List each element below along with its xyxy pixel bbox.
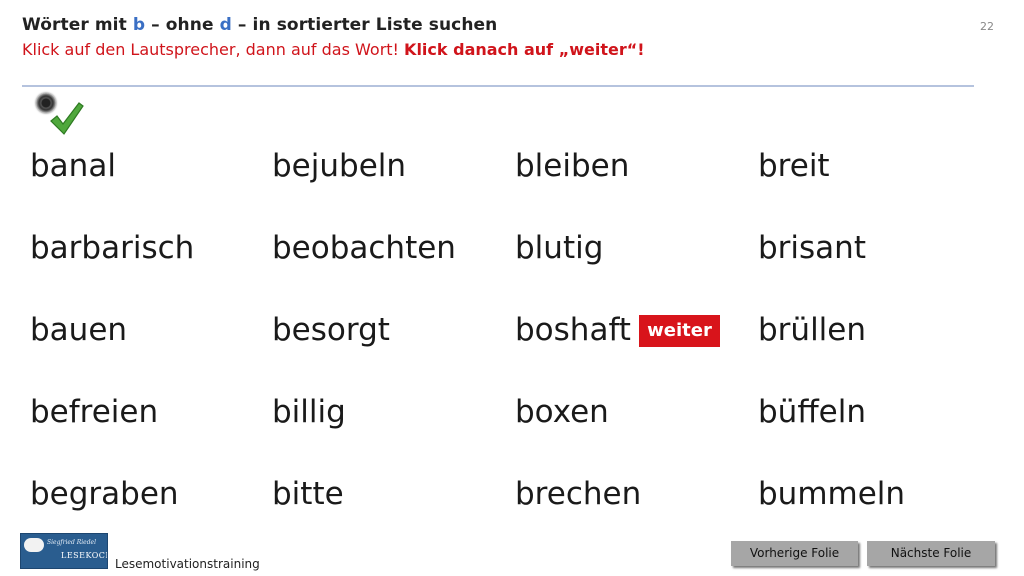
word-brisant[interactable]: brisant bbox=[758, 233, 866, 264]
word-bummeln[interactable]: bummeln bbox=[758, 479, 905, 510]
word-banal[interactable]: banal bbox=[30, 151, 116, 182]
word-besorgt[interactable]: besorgt bbox=[272, 315, 390, 346]
logo-line1: Siegfried Riedel bbox=[47, 539, 97, 546]
footer-label: Lesemotivationstraining bbox=[115, 557, 260, 571]
word-bruellen[interactable]: brüllen bbox=[758, 315, 866, 346]
title-text: Wörter mit bbox=[22, 15, 133, 35]
word-blutig[interactable]: blutig bbox=[515, 233, 603, 264]
word-breit[interactable]: breit bbox=[758, 151, 830, 182]
word-befreien[interactable]: befreien bbox=[30, 397, 158, 428]
title-text: – in sortierter Liste suchen bbox=[231, 15, 498, 35]
page-number: 22 bbox=[980, 20, 994, 33]
instruction-text: Klick auf den Lautsprecher, dann auf das… bbox=[22, 40, 645, 59]
instruction-bold: Klick danach auf „weiter“! bbox=[404, 40, 645, 59]
logo-line2: LESEKOCH bbox=[61, 551, 108, 560]
word-beobachten[interactable]: beobachten bbox=[272, 233, 456, 264]
word-boshaft[interactable]: boshaft bbox=[515, 315, 631, 346]
leselkoch-logo: Siegfried Riedel LESEKOCH bbox=[20, 533, 108, 569]
word-bauen[interactable]: bauen bbox=[30, 315, 127, 346]
word-begraben[interactable]: begraben bbox=[30, 479, 179, 510]
checkmark-icon bbox=[50, 102, 84, 135]
slide-title: Wörter mit b – ohne d – in sortierter Li… bbox=[22, 15, 497, 35]
word-bejubeln[interactable]: bejubeln bbox=[272, 151, 406, 182]
word-bleiben[interactable]: bleiben bbox=[515, 151, 629, 182]
instruction-plain: Klick auf den Lautsprecher, dann auf das… bbox=[22, 40, 405, 59]
cloud-icon bbox=[24, 538, 44, 552]
title-letter-d: d bbox=[219, 15, 232, 35]
weiter-button[interactable]: weiter bbox=[639, 315, 720, 347]
word-boxen[interactable]: boxen bbox=[515, 397, 609, 428]
title-text: – ohne bbox=[145, 15, 220, 35]
word-brechen[interactable]: brechen bbox=[515, 479, 641, 510]
next-slide-button[interactable]: Nächste Folie bbox=[867, 541, 995, 566]
header-divider bbox=[22, 85, 974, 87]
word-barbarisch[interactable]: barbarisch bbox=[30, 233, 194, 264]
previous-slide-button[interactable]: Vorherige Folie bbox=[731, 541, 858, 566]
word-bueffeln[interactable]: büffeln bbox=[758, 397, 866, 428]
word-bitte[interactable]: bitte bbox=[272, 479, 344, 510]
title-letter-b: b bbox=[132, 15, 146, 35]
word-billig[interactable]: billig bbox=[272, 397, 346, 428]
